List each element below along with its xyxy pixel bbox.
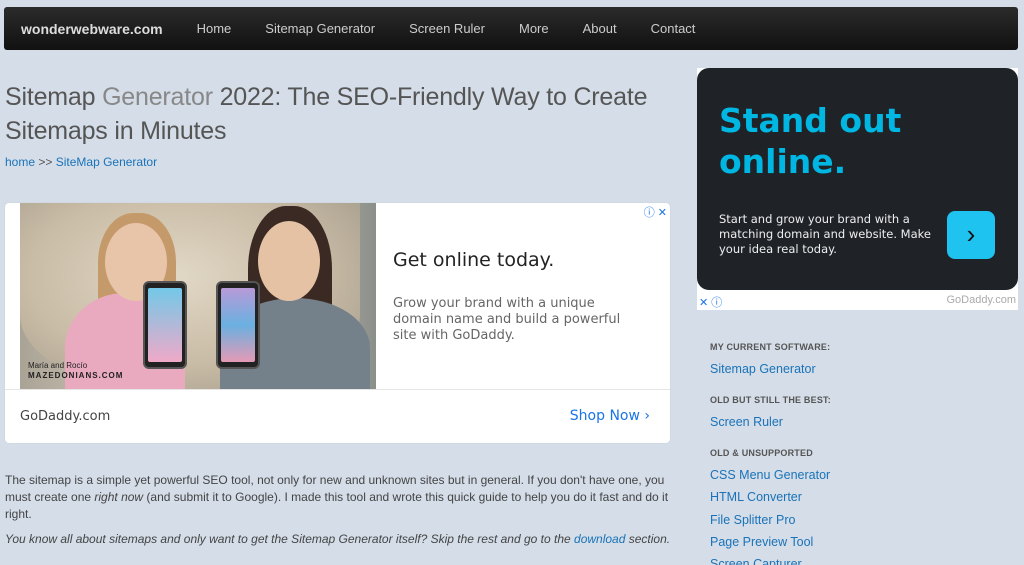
intro-paragraph: The sitemap is a simple yet powerful SEO… [5,472,673,523]
sidebar-link-sitemap-generator[interactable]: Sitemap Generator [710,362,816,376]
title-part-1: Sitemap [5,83,103,111]
ad-photo: María and Rocío MAZEDONIANS.COM [20,203,376,389]
shop-now-button[interactable]: Shop Now › [570,408,650,424]
chevron-right-icon: › [644,408,650,424]
ad-domain: GoDaddy.com [20,409,111,424]
sidebar-ad-headline: Stand out online. [719,101,902,181]
chevron-right-icon: › [966,219,976,249]
ad-choices-icon[interactable]: ⓘ ✕ [644,204,667,220]
person-2-head [258,221,320,301]
page-title: Sitemap Generator 2022: The SEO-Friendly… [5,80,675,148]
sidebar-ad-arrow-button[interactable]: › [947,211,995,259]
photo-caption-names: María and Rocío [28,361,88,370]
sidebar-link-html-converter[interactable]: HTML Converter [710,490,802,504]
nav-more[interactable]: More [502,21,566,36]
phone-2 [216,281,260,369]
photo-caption-site: MAZEDONIANS.COM [28,371,124,380]
nav-about[interactable]: About [566,21,634,36]
sidebar-link-css-menu-generator[interactable]: CSS Menu Generator [710,468,830,482]
sidebar-heading-old: OLD BUT STILL THE BEST: [710,395,831,405]
sidebar-link-file-splitter-pro[interactable]: File Splitter Pro [710,513,795,527]
sidebar-ad-footer: ✕ ⓘ GoDaddy.com [697,294,1018,310]
ad-divider [5,389,670,390]
sidebar-link-screen-capturer[interactable]: Screen Capturer [710,557,802,565]
main-ad-banner[interactable]: María and Rocío MAZEDONIANS.COM ⓘ ✕ Get … [5,203,670,443]
ad-close-info-icon[interactable]: ✕ ⓘ [699,294,722,310]
skip-paragraph: You know all about sitemaps and only wan… [5,531,673,548]
title-part-2: Generator [102,83,213,111]
top-navbar: wonderwebware.com Home Sitemap Generator… [4,7,1018,50]
breadcrumb-home-link[interactable]: home [5,155,35,169]
sidebar-ad-body: Start and grow your brand with a matchin… [719,212,931,256]
site-brand-link[interactable]: wonderwebware.com [21,21,163,37]
nav-contact[interactable]: Contact [634,21,713,36]
breadcrumb-current-link[interactable]: SiteMap Generator [56,155,157,169]
download-link[interactable]: download [574,532,625,546]
sidebar-heading-unsupported: OLD & UNSUPPORTED [710,448,813,458]
sidebar-ad[interactable]: Stand out online. Start and grow your br… [697,68,1018,310]
breadcrumb-separator: >> [35,155,56,169]
ad-headline: Get online today. [393,249,555,271]
breadcrumb: home >> SiteMap Generator [5,155,157,169]
sidebar-link-screen-ruler[interactable]: Screen Ruler [710,415,783,429]
intro-emphasis: right now [94,490,144,504]
sidebar-link-page-preview-tool[interactable]: Page Preview Tool [710,535,813,549]
shop-now-label: Shop Now [569,408,640,424]
sidebar-heading-current: MY CURRENT SOFTWARE: [710,342,831,352]
nav-screen-ruler[interactable]: Screen Ruler [392,21,502,36]
nav-sitemap-generator[interactable]: Sitemap Generator [248,21,392,36]
nav-home[interactable]: Home [180,21,249,36]
photo-caption: María and Rocío MAZEDONIANS.COM [28,361,123,381]
phone-1 [143,281,187,369]
skip-text-b: section. [625,532,671,546]
skip-text-a: You know all about sitemaps and only wan… [5,532,575,546]
sidebar-ad-domain: GoDaddy.com [946,294,1017,306]
sidebar-ad-card[interactable]: Stand out online. Start and grow your br… [697,68,1018,290]
ad-body-text: Grow your brand with a unique domain nam… [393,296,621,343]
